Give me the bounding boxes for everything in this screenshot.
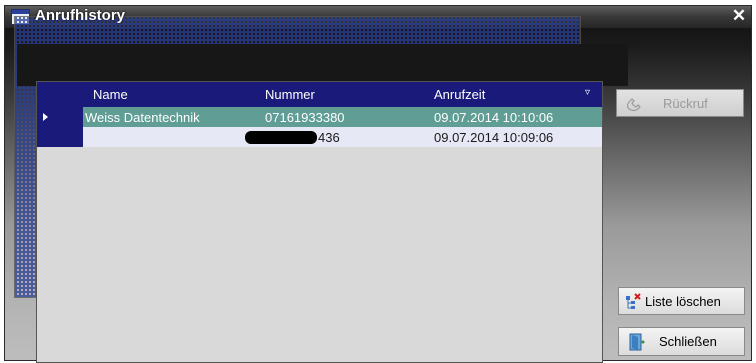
rueckruf-button[interactable]: Rückruf (616, 89, 744, 117)
exit-door-icon (629, 333, 645, 351)
delete-list-icon (626, 293, 641, 309)
table-row[interactable]: 436 09.07.2014 10:09:06 (83, 127, 602, 147)
cell-nummer: 436 (245, 130, 340, 145)
row-header-column (37, 107, 83, 147)
window-title: Anrufhistory (35, 7, 125, 24)
table-row[interactable]: Weiss Datentechnik 07161933380 09.07.201… (83, 107, 602, 127)
cell-nummer-suffix: 436 (318, 130, 340, 145)
grid-header: Name Nummer Anrufzeit ▿ (37, 82, 602, 107)
call-history-grid[interactable]: Name Nummer Anrufzeit ▿ Weiss Datentechn… (36, 81, 603, 363)
rueckruf-label: Rückruf (663, 96, 708, 111)
close-button[interactable]: ✕ (729, 6, 749, 26)
call-history-window: Anrufhistory ✕ Name Nummer Anrufzeit ▿ W… (4, 5, 752, 363)
liste-loeschen-label: Liste löschen (645, 294, 721, 309)
liste-loeschen-button[interactable]: Liste löschen (618, 287, 745, 315)
phone-icon (627, 98, 641, 112)
schliessen-button[interactable]: Schließen (618, 327, 745, 356)
cell-name: Weiss Datentechnik (85, 110, 200, 125)
sort-descending-icon[interactable]: ▿ (585, 87, 590, 98)
column-header-nummer[interactable]: Nummer (265, 87, 315, 102)
cell-anrufzeit: 09.07.2014 10:09:06 (434, 130, 554, 145)
column-header-anrufzeit[interactable]: Anrufzeit (434, 87, 485, 102)
title-bar[interactable]: Anrufhistory ✕ (5, 6, 751, 298)
redaction-mark (245, 131, 317, 144)
schliessen-label: Schließen (659, 334, 717, 349)
column-header-name[interactable]: Name (93, 87, 128, 102)
current-row-arrow-icon (43, 113, 48, 121)
cell-anrufzeit: 09.07.2014 10:10:06 (434, 110, 554, 125)
cell-nummer: 07161933380 (265, 110, 345, 125)
toolbar-area (17, 44, 628, 86)
app-table-icon (11, 9, 581, 298)
